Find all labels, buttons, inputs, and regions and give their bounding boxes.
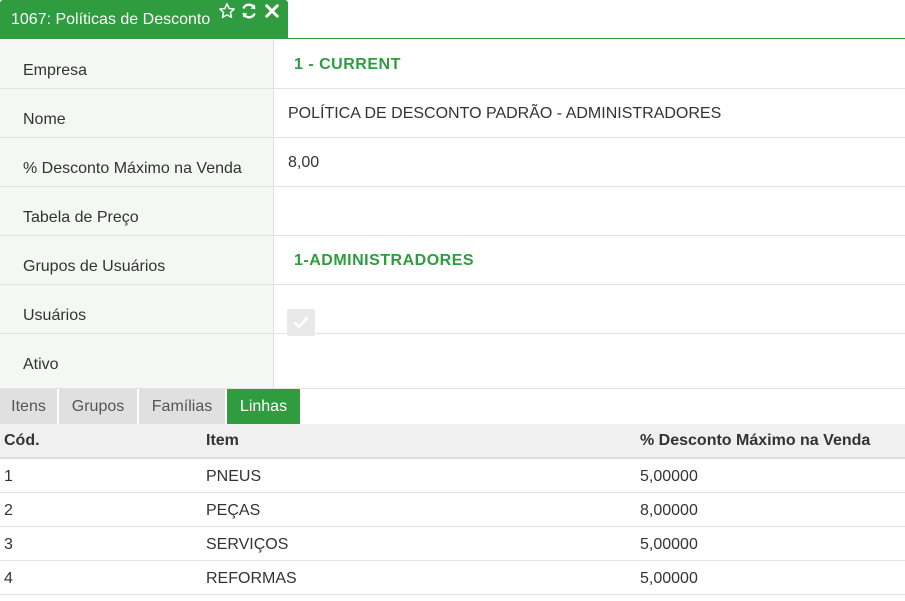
nome-label: Nome: [23, 111, 66, 128]
cell-cod: 2: [4, 502, 13, 519]
table-row[interactable]: 2 PEÇAS 8,00000: [0, 493, 905, 527]
form-row-nome: Nome POLÍTICA DE DESCONTO PADRÃO - ADMIN…: [0, 89, 905, 138]
cell-item: REFORMAS: [206, 570, 297, 587]
cell-desconto: 5,00000: [640, 536, 698, 553]
desconto-label: % Desconto Máximo na Venda: [23, 160, 242, 177]
ativo-label: Ativo: [23, 356, 59, 373]
table-header: Cód. Item % Desconto Máximo na Venda: [0, 424, 905, 459]
cell-cod: 3: [4, 536, 13, 553]
column-header-cod[interactable]: Cód.: [4, 432, 40, 450]
cell-item: SERVIÇOS: [206, 536, 289, 553]
table-row[interactable]: 1 PNEUS 5,00000: [0, 459, 905, 493]
table-row[interactable]: 3 SERVIÇOS 5,00000: [0, 527, 905, 561]
cell-item: PNEUS: [206, 468, 262, 485]
usuarios-label: Usuários: [23, 307, 87, 324]
tab-linhas[interactable]: Linhas: [227, 389, 300, 424]
form-row-desconto: % Desconto Máximo na Venda 8,00: [0, 138, 905, 187]
form-row-empresa: Empresa 1 - CURRENT: [0, 40, 905, 89]
grupos-label: Grupos de Usuários: [23, 258, 166, 275]
header-bar: 1067: Políticas de Desconto: [0, 0, 905, 39]
desconto-value: 8,00: [288, 154, 320, 171]
close-icon[interactable]: [263, 2, 281, 20]
form-row-ativo: Ativo: [0, 334, 905, 389]
window-title: 1067: Políticas de Desconto: [11, 11, 211, 28]
cell-item: PEÇAS: [206, 502, 261, 519]
window-tab[interactable]: 1067: Políticas de Desconto: [0, 0, 288, 39]
form-row-usuarios: Usuários: [0, 285, 905, 334]
cell-cod: 1: [4, 468, 13, 485]
policy-form: Empresa 1 - CURRENT Nome POLÍTICA DE DES…: [0, 40, 905, 389]
column-header-desconto[interactable]: % Desconto Máximo na Venda: [640, 432, 870, 450]
linhas-table: Cód. Item % Desconto Máximo na Venda 1 P…: [0, 424, 905, 595]
check-icon: [293, 316, 309, 329]
cell-desconto: 8,00000: [640, 502, 698, 519]
empresa-link[interactable]: 1 - CURRENT: [294, 56, 401, 74]
detail-tabs: Itens Grupos Famílias Linhas: [0, 389, 905, 424]
tabela-label: Tabela de Preço: [23, 209, 139, 226]
nome-value: POLÍTICA DE DESCONTO PADRÃO - ADMINISTRA…: [288, 105, 722, 122]
refresh-icon[interactable]: [240, 2, 258, 20]
form-row-grupos: Grupos de Usuários 1-ADMINISTRADORES: [0, 236, 905, 285]
form-row-tabela: Tabela de Preço: [0, 187, 905, 236]
tab-grupos[interactable]: Grupos: [59, 389, 138, 424]
column-header-item[interactable]: Item: [206, 432, 239, 450]
star-icon[interactable]: [218, 2, 236, 20]
cell-desconto: 5,00000: [640, 468, 698, 485]
tab-itens[interactable]: Itens: [0, 389, 58, 424]
grupos-link[interactable]: 1-ADMINISTRADORES: [294, 252, 474, 270]
cell-cod: 4: [4, 570, 13, 587]
ativo-checkbox[interactable]: [287, 309, 315, 336]
empresa-label: Empresa: [23, 62, 88, 79]
table-row[interactable]: 4 REFORMAS 5,00000: [0, 561, 905, 595]
cell-desconto: 5,00000: [640, 570, 698, 587]
tab-familias[interactable]: Famílias: [139, 389, 226, 424]
